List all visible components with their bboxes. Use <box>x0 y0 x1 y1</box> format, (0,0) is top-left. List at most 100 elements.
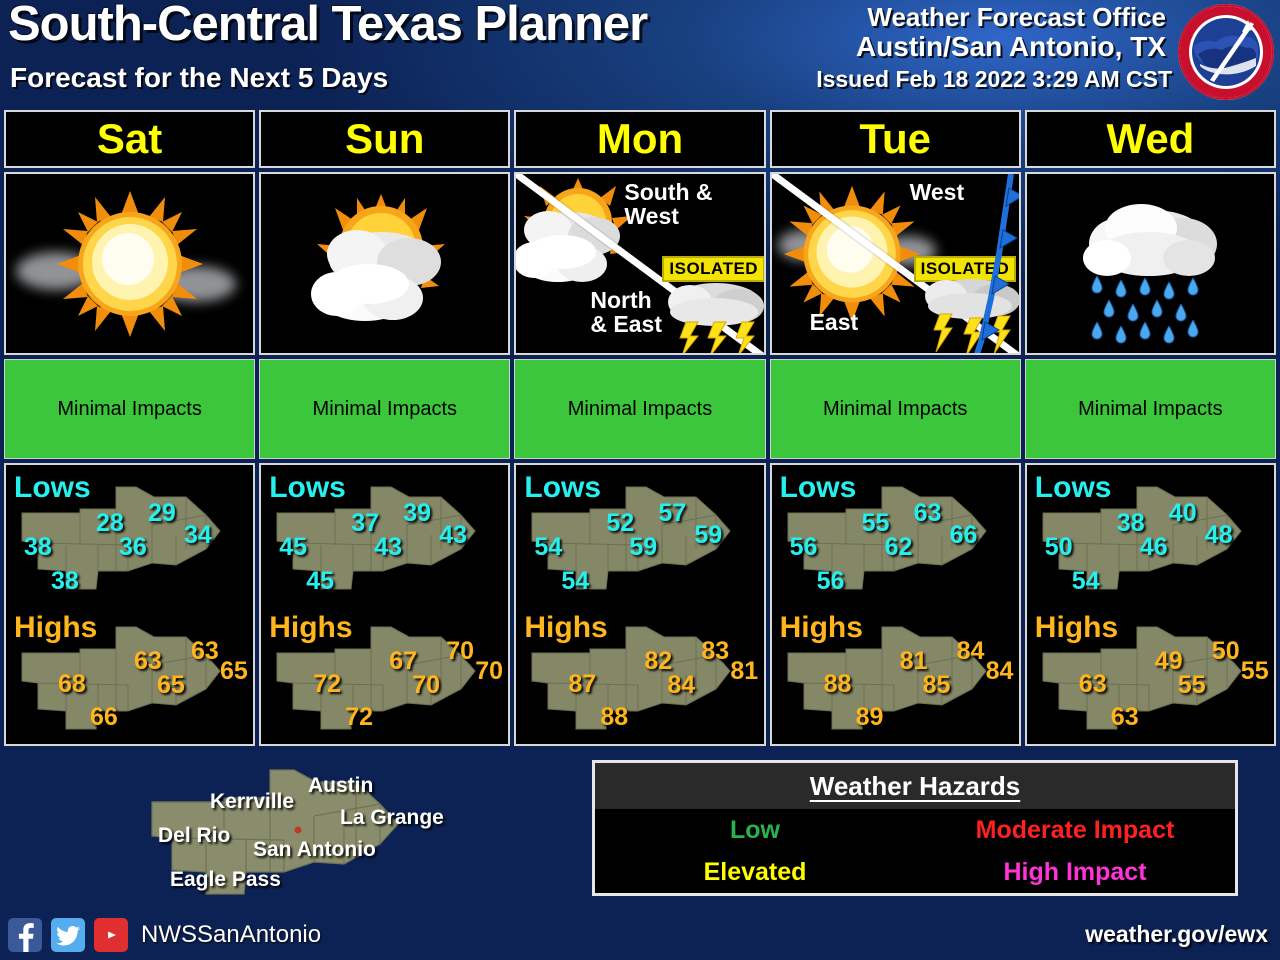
day-header-wed: Wed <box>1024 110 1276 168</box>
city-label-kerrville: Kerrville <box>210 790 295 813</box>
sun-icon <box>782 184 922 329</box>
impact-label: Minimal Impacts <box>567 397 713 420</box>
temperature-map-wed: Lows 50 38 40 46 48 54 Highs 63 49 50 55… <box>1024 463 1276 746</box>
page-title: South-Central Texas Planner <box>8 0 648 51</box>
low-temp: 59 <box>694 521 723 549</box>
high-temp: 66 <box>90 703 118 731</box>
svg-text:★: ★ <box>1223 7 1230 15</box>
temperature-map-mon: Lows 54 52 57 59 59 54 Highs 87 82 83 84… <box>514 463 766 746</box>
low-temp: 40 <box>1168 499 1197 527</box>
low-temp: 66 <box>949 521 978 549</box>
issued-timestamp: Issued Feb 18 2022 3:29 AM CST <box>816 66 1172 92</box>
youtube-icon[interactable] <box>94 918 128 952</box>
high-temp: 70 <box>446 637 474 665</box>
high-temp: 88 <box>823 670 852 698</box>
weather-icon-cell-wed <box>1024 172 1276 355</box>
hazard-level-moderate: Moderate Impact <box>975 815 1175 844</box>
low-temp: 38 <box>24 533 52 561</box>
day-header-sun: Sun <box>259 110 511 168</box>
high-temp: 70 <box>475 657 503 685</box>
high-temp: 55 <box>1240 657 1269 685</box>
low-temp: 56 <box>789 533 818 561</box>
hazards-title-bar: Weather Hazards <box>595 763 1235 809</box>
twitter-icon[interactable] <box>51 918 85 952</box>
high-temp: 70 <box>412 671 440 699</box>
high-temp: 84 <box>667 671 696 699</box>
day-header-mon: Mon <box>514 110 766 168</box>
social-links: NWSSanAntonio <box>8 918 321 952</box>
impact-cell-mon: Minimal Impacts <box>514 359 766 459</box>
weather-planner-graphic: South-Central Texas Planner Forecast for… <box>0 0 1280 960</box>
low-temp: 39 <box>403 499 431 527</box>
hazard-level-low: Low <box>730 815 780 844</box>
region-label-north-east: North & East <box>590 287 662 338</box>
high-temp: 55 <box>1177 671 1206 699</box>
temperature-map-tue: Lows 56 55 63 62 66 56 Highs 88 81 84 85… <box>769 463 1021 746</box>
high-temp: 63 <box>1078 670 1107 698</box>
temperature-map-sun: Lows 45 37 39 43 43 45 Highs 72 67 70 70… <box>259 463 511 746</box>
temperature-map-sat: Lows 38 28 29 36 34 38 Highs 68 63 63 65… <box>4 463 256 746</box>
header: South-Central Texas Planner Forecast for… <box>0 0 1280 106</box>
office-line-2: Austin/San Antonio, TX <box>855 31 1166 62</box>
weather-icon-cell-mon: South & West North & East ISOLATED <box>514 172 766 355</box>
high-temp: 50 <box>1211 637 1240 665</box>
day-column-mon: Mon South & West North & East ISOLATED M… <box>514 110 766 746</box>
low-temp: 34 <box>184 521 212 549</box>
high-temp: 63 <box>1110 703 1139 731</box>
low-temp: 54 <box>534 533 563 561</box>
low-temp: 38 <box>51 567 79 595</box>
high-temp: 63 <box>191 637 219 665</box>
city-label-san-antonio: San Antonio <box>253 838 376 861</box>
low-temp: 29 <box>148 499 176 527</box>
website-url: weather.gov/ewx <box>1085 921 1268 947</box>
impact-cell-sun: Minimal Impacts <box>259 359 511 459</box>
weather-icon-cell-tue: West East ISOLATED <box>769 172 1021 355</box>
hazard-level-elevated: Elevated <box>703 857 807 886</box>
impact-label: Minimal Impacts <box>57 397 202 420</box>
impact-label: Minimal Impacts <box>312 397 458 420</box>
low-temp: 45 <box>306 567 334 595</box>
rain-cloud-icon <box>1071 188 1231 353</box>
low-temp: 50 <box>1044 533 1073 561</box>
hazards-title: Weather Hazards <box>809 770 1021 801</box>
impact-cell-sat: Minimal Impacts <box>4 359 256 459</box>
high-temp: 72 <box>345 703 373 731</box>
day-column-wed: Wed Minimal Impacts Lows 50 38 40 46 48 … <box>1024 110 1276 746</box>
sun-icon <box>55 189 205 339</box>
low-temp: 45 <box>279 533 307 561</box>
thunderstorm-icon <box>662 278 764 353</box>
low-temp: 59 <box>629 533 658 561</box>
weather-icon-cell-sun <box>259 172 511 355</box>
high-temp: 68 <box>58 670 86 698</box>
cloud-shape <box>311 230 442 321</box>
low-temp: 43 <box>374 533 402 561</box>
cold-front-icon <box>953 174 1019 353</box>
nws-logo-icon: ★ <box>1176 2 1276 102</box>
high-temp: 84 <box>956 637 985 665</box>
impact-cell-tue: Minimal Impacts <box>769 359 1021 459</box>
page-subtitle: Forecast for the Next 5 Days <box>10 62 389 93</box>
impact-cell-wed: Minimal Impacts <box>1024 359 1276 459</box>
low-temp: 43 <box>439 521 467 549</box>
social-handle: NWSSanAntonio <box>141 921 322 948</box>
high-temp: 83 <box>701 637 730 665</box>
high-temp: 84 <box>985 657 1014 685</box>
reference-county-map: Kerrville Austin La Grange Del Rio San A… <box>148 768 478 908</box>
high-temp: 81 <box>730 657 759 685</box>
partly-cloudy-icon <box>309 192 474 347</box>
day-header-tue: Tue <box>769 110 1021 168</box>
low-temp: 63 <box>913 499 942 527</box>
low-temp: 54 <box>1071 567 1100 595</box>
facebook-icon[interactable] <box>8 918 42 952</box>
low-temp: 62 <box>884 533 913 561</box>
high-temp: 88 <box>600 703 629 731</box>
day-column-sat: Sat Minimal Impacts Lows 38 28 29 36 34 … <box>4 110 256 746</box>
weather-hazards-legend: Weather Hazards Low Moderate Impact Elev… <box>592 760 1238 896</box>
region-label-south-west: South & West <box>624 179 713 230</box>
low-temp: 46 <box>1139 533 1168 561</box>
high-temp: 89 <box>855 703 884 731</box>
impact-label: Minimal Impacts <box>822 397 968 420</box>
region-label-east: East <box>809 309 859 335</box>
weather-icon-cell-sat <box>4 172 256 355</box>
high-temp: 65 <box>157 671 185 699</box>
